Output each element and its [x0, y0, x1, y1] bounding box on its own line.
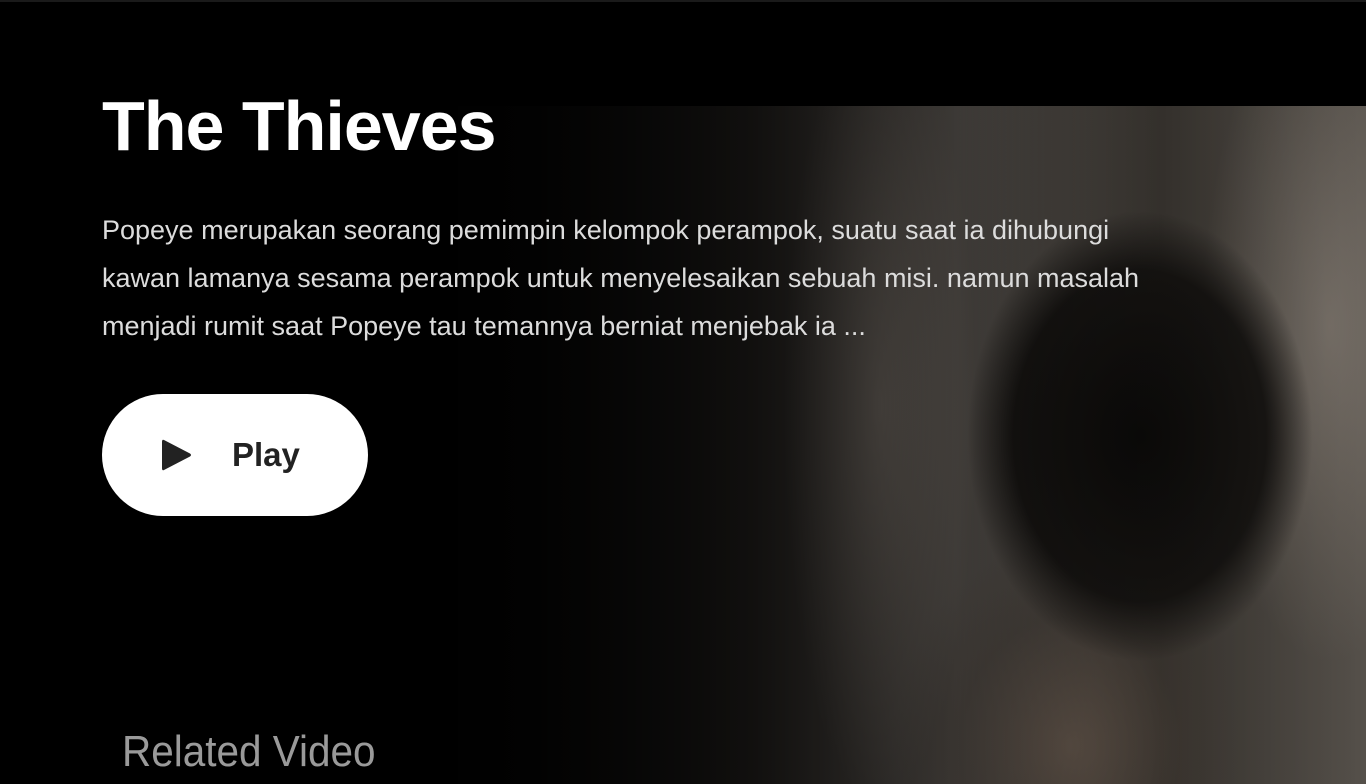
play-button-label: Play	[232, 436, 300, 473]
video-description: Popeye merupakan seorang pemimpin kelomp…	[102, 215, 1140, 341]
hero-content: The Thieves Popeye merupakan seorang pem…	[102, 84, 1202, 350]
video-title: The Thieves	[102, 87, 497, 165]
related-video-heading: Related Video	[122, 727, 376, 776]
top-divider	[0, 0, 1366, 2]
video-detail-screen: The Thieves Popeye merupakan seorang pem…	[0, 0, 1366, 784]
play-button[interactable]: Play	[102, 394, 368, 516]
play-icon	[158, 437, 194, 473]
